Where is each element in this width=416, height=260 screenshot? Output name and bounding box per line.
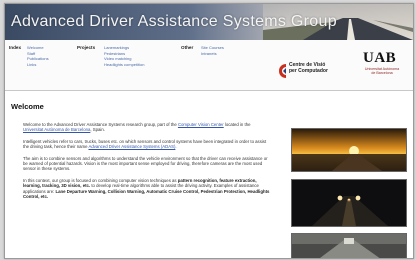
nav-link-publications[interactable]: Publications (27, 56, 49, 62)
nav-heading-index: Index (9, 45, 21, 50)
uab-link[interactable]: Universitat Autònoma de Barcelona (23, 127, 90, 132)
aim-paragraph: The aim is to combine sensors and algori… (23, 155, 268, 172)
nav-heading-other: Other (181, 45, 194, 50)
nav-link-headlights[interactable]: Headlights competition (104, 62, 144, 68)
cvc-link[interactable]: Computer Vision Center (178, 122, 224, 127)
cvc-logo-text: Centre de Visió per Computador (289, 62, 328, 74)
sunset-road-photo (291, 128, 407, 172)
cvc-line2: per Computador (289, 67, 328, 74)
nav-list-projects: Lanemarkings Pedestrians Video matching … (104, 45, 144, 67)
p2-text-b: . (175, 144, 177, 150)
adas-link[interactable]: Advanced Driver Assistance Systems (ADAS… (88, 144, 175, 149)
tunnel-road-photo (291, 233, 407, 258)
uab-subtitle-2: de Barcelona (371, 71, 393, 76)
page-heading: Welcome (11, 102, 44, 111)
main-content: Welcome to the Advanced Driver Assistanc… (23, 122, 271, 205)
nav-link-links[interactable]: Links (27, 62, 49, 68)
applications-highlight: Lane Departure Warning, Collision Warnin… (23, 188, 270, 200)
nav-list-index: Welcome Staff Publications Links (27, 45, 49, 67)
browser-page: Advanced Driver Assistance Systems Group… (4, 3, 414, 259)
intro-paragraph: Welcome to the Advanced Driver Assistanc… (23, 122, 271, 133)
p1-text-a: Welcome to the Advanced Driver Assistanc… (23, 122, 177, 127)
nav-heading-projects: Projects (77, 45, 96, 50)
p1-text-b: located in the (224, 122, 251, 127)
night-road-photo (291, 179, 407, 227)
nav-group-index: Index (9, 45, 21, 51)
uab-logo[interactable]: UAB Universitat Autònoma de Barcelona (363, 50, 405, 75)
p4-text-a: In this context, our group is focused on… (23, 177, 177, 183)
site-banner: Advanced Driver Assistance Systems Group (5, 4, 413, 40)
nav-group-projects: Projects (77, 45, 95, 51)
context-paragraph: In this context, our group is focused on… (23, 178, 271, 200)
nav-link-courses[interactable]: Site Courses (201, 45, 224, 51)
nav-group-other: Other (181, 45, 193, 51)
uab-mark: UAB (363, 50, 397, 66)
nav-link-intranets[interactable]: Intranets (201, 51, 224, 57)
p1-text-c: , Spain. (90, 127, 105, 133)
site-title: Advanced Driver Assistance Systems Group (11, 13, 337, 30)
nav-list-other: Site Courses Intranets (201, 45, 224, 56)
top-navigation: Index Welcome Staff Publications Links P… (5, 40, 413, 91)
vehicles-paragraph: Intelligent vehicles refer to cars, truc… (23, 139, 271, 150)
